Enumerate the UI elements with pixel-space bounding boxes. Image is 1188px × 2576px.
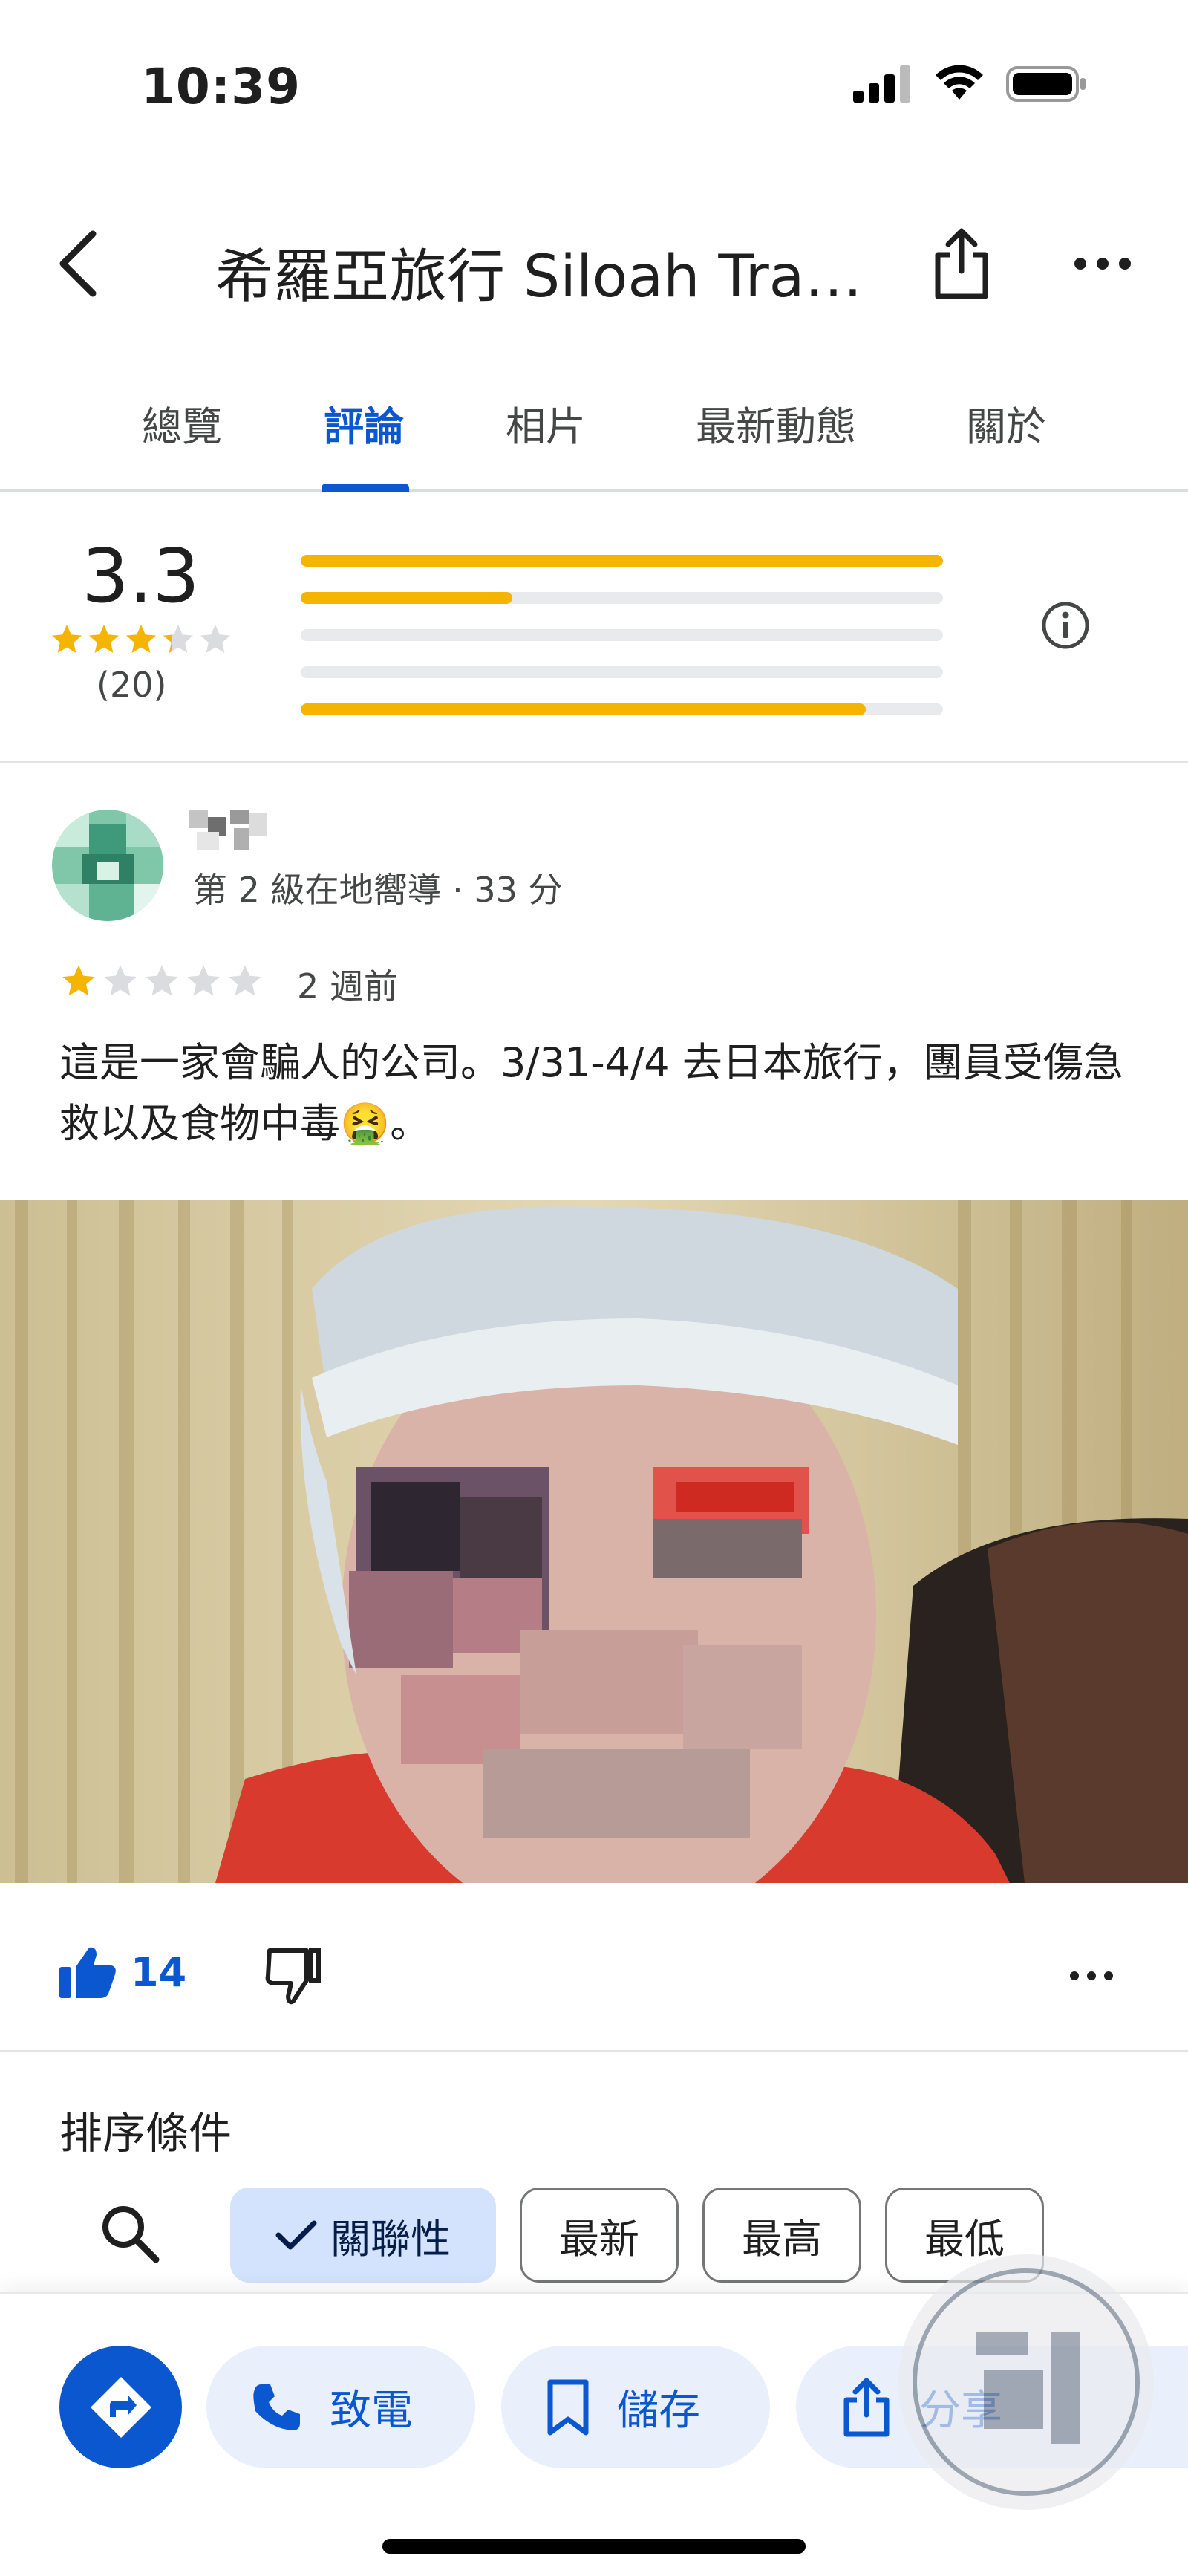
tab-about[interactable]: 關於 [958, 394, 1054, 492]
rating-summary: 3.3 (20) [0, 495, 1188, 763]
rating-bar-fill [301, 592, 513, 604]
save-button[interactable]: 儲存 [501, 2346, 770, 2468]
review-time: 2 週前 [297, 966, 398, 1006]
rating-score: 3.3 [82, 533, 200, 619]
review-stars [59, 962, 264, 1001]
tab-overview[interactable]: 總覽 [134, 394, 230, 492]
directions-icon [90, 2376, 151, 2438]
star-icon [187, 965, 220, 996]
star-icon [229, 965, 261, 996]
rating-bar [301, 666, 943, 678]
review-photo-image [0, 1200, 1188, 1883]
thumb-up-icon [59, 1947, 116, 1998]
search-reviews-button[interactable] [97, 2200, 163, 2267]
dislike-button[interactable] [264, 1946, 323, 2006]
star-icon [104, 965, 137, 996]
battery-icon [1006, 66, 1086, 102]
divider [0, 2050, 1188, 2052]
more-icon [1070, 1971, 1113, 1980]
active-tab-indicator [322, 484, 409, 492]
phone-icon [253, 2384, 300, 2430]
sort-chip-label: 關聯性 [330, 2215, 451, 2263]
reviewer-name-blurred[interactable] [189, 810, 271, 854]
star-icon [126, 625, 156, 653]
star-icon [146, 965, 178, 996]
like-button[interactable]: 14 [59, 1946, 186, 1998]
sort-chip-label: 最高 [742, 2215, 822, 2263]
avatar[interactable] [52, 810, 163, 921]
info-button[interactable] [1040, 599, 1091, 651]
rating-bar [301, 629, 943, 641]
share-icon [843, 2378, 890, 2436]
home-indicator[interactable] [382, 2539, 806, 2554]
share-button[interactable] [921, 219, 1002, 308]
tab-reviews[interactable]: 評論 [316, 394, 412, 492]
call-button[interactable]: 致電 [206, 2346, 475, 2468]
sort-title: 排序條件 [59, 2108, 232, 2159]
review-actions: 14 [0, 1924, 1188, 2028]
rating-bar [301, 555, 943, 567]
star-icon [52, 625, 82, 653]
review-photo[interactable] [0, 1200, 1188, 1883]
tab-updates[interactable]: 最新動態 [683, 394, 869, 492]
review-text: 這是一家會騙人的公司。3/31-4/4 去日本旅行，團員受傷急救以及食物中毒🤮。 [59, 1039, 1123, 1147]
status-icons [853, 65, 1088, 103]
star-icon [62, 965, 95, 996]
back-button[interactable] [37, 223, 119, 305]
status-bar: 10:39 [0, 0, 1188, 171]
star-icon [163, 625, 193, 653]
blurred-name-image [189, 810, 267, 850]
place-title: 希羅亞旅行 Siloah Trav... [215, 244, 884, 310]
star-icon [89, 625, 119, 653]
star-icon [200, 625, 230, 653]
sort-chip-label: 最新 [559, 2215, 639, 2263]
bookmark-icon [547, 2379, 589, 2435]
rating-distribution [301, 555, 943, 741]
review-more-button[interactable] [1054, 1946, 1129, 2006]
rating-bar [301, 703, 943, 715]
rating-bar-fill [301, 703, 866, 715]
status-time: 10:39 [141, 58, 301, 115]
watermark-image [898, 2254, 1154, 2510]
call-label: 致電 [330, 2387, 413, 2435]
save-label: 儲存 [617, 2387, 700, 2435]
rating-stars [49, 622, 233, 657]
sort-chip-relevance[interactable]: 關聯性 [230, 2188, 496, 2283]
reviewer-meta: 第 2 級在地嚮導 · 33 分 [193, 870, 563, 910]
more-options-button[interactable] [1062, 223, 1143, 305]
search-icon [102, 2206, 160, 2263]
more-icon [1074, 258, 1131, 270]
share-icon [935, 228, 988, 299]
sort-chip-newest[interactable]: 最新 [520, 2188, 679, 2283]
thumb-down-icon [265, 1948, 321, 2005]
sort-chip-highest[interactable]: 最高 [702, 2188, 861, 2283]
rating-bar [301, 592, 943, 604]
signal-icon [853, 65, 910, 103]
rating-bar-fill [301, 555, 943, 567]
directions-button[interactable] [59, 2346, 182, 2468]
avatar-image [52, 810, 163, 921]
tab-photos[interactable]: 相片 [497, 394, 594, 492]
tab-bar: 總覽 評論 相片 最新動態 關於 [0, 371, 1188, 492]
back-arrow-icon [59, 230, 97, 297]
checkmark-icon [275, 2220, 317, 2250]
top-app-bar: 希羅亞旅行 Siloah Trav... [0, 208, 1188, 319]
info-icon [1042, 602, 1089, 649]
watermark-logo [895, 2251, 1158, 2514]
rating-count: (20) [97, 665, 167, 705]
wifi-icon [936, 65, 983, 100]
like-count: 14 [131, 1948, 187, 1996]
